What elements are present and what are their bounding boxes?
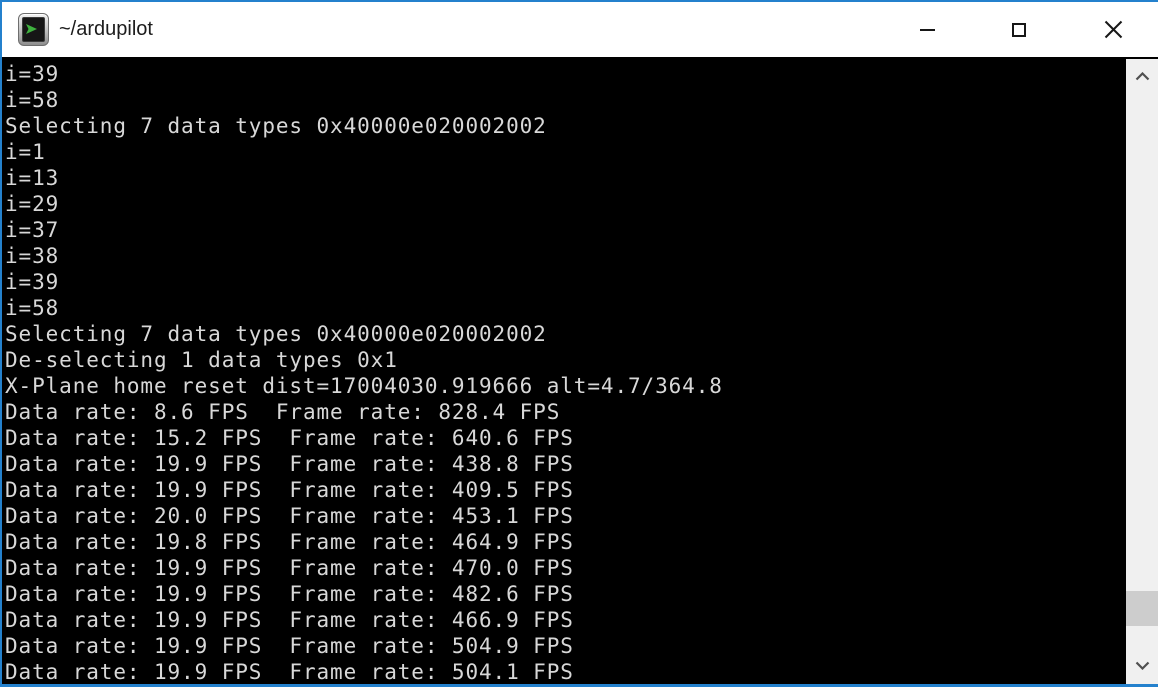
terminal-line: De-selecting 1 data types 0x1 (5, 348, 398, 372)
terminal-line: X-Plane home reset dist=17004030.919666 … (5, 374, 723, 398)
terminal-line: Data rate: 19.9 FPS Frame rate: 470.0 FP… (5, 556, 574, 580)
terminal-line: i=37 (5, 218, 60, 242)
terminal-line: Data rate: 19.9 FPS Frame rate: 504.1 FP… (5, 660, 574, 684)
terminal-line: Data rate: 19.9 FPS Frame rate: 482.6 FP… (5, 582, 574, 606)
prompt-arrow-icon (26, 24, 37, 34)
maximize-button[interactable] (996, 2, 1042, 57)
terminal-output[interactable]: i=39 i=58 Selecting 7 data types 0x40000e0… (2, 59, 1126, 684)
terminal-line: Data rate: 20.0 FPS Frame rate: 453.1 FP… (5, 504, 574, 528)
minimize-icon (919, 28, 935, 31)
terminal-app-icon[interactable] (18, 13, 49, 46)
maximize-icon (1012, 22, 1026, 37)
terminal-line: i=1 (5, 140, 46, 164)
terminal-line: i=38 (5, 244, 60, 268)
window-title: ~/ardupilot (59, 18, 153, 40)
terminal-line: Data rate: 19.9 FPS Frame rate: 438.8 FP… (5, 452, 574, 476)
terminal-line: Data rate: 19.9 FPS Frame rate: 504.9 FP… (5, 634, 574, 658)
close-icon (1104, 20, 1122, 39)
terminal-line: Data rate: 19.8 FPS Frame rate: 464.9 FP… (5, 530, 574, 554)
terminal-line: Data rate: 8.6 FPS Frame rate: 828.4 FPS (5, 400, 561, 424)
chevron-up-icon (1135, 71, 1149, 80)
terminal-line: i=39 (5, 62, 60, 86)
terminal-line: Selecting 7 data types 0x40000e020002002 (5, 322, 547, 346)
scrollbar-thumb[interactable] (1126, 591, 1158, 626)
chevron-down-icon (1135, 661, 1149, 670)
close-button[interactable] (1090, 2, 1136, 57)
terminal-line: Selecting 7 data types 0x40000e020002002 (5, 114, 547, 138)
terminal-line: Data rate: 19.9 FPS Frame rate: 466.9 FP… (5, 608, 574, 632)
terminal-line: i=58 (5, 296, 60, 320)
scroll-up-button[interactable] (1126, 61, 1158, 91)
terminal-line: i=58 (5, 88, 60, 112)
scrollbar[interactable] (1126, 59, 1158, 684)
terminal-line: Data rate: 15.2 FPS Frame rate: 640.6 FP… (5, 426, 574, 450)
minimize-button[interactable] (904, 2, 950, 57)
titlebar[interactable]: ~/ardupilot (2, 2, 1158, 57)
terminal-line: i=29 (5, 192, 60, 216)
terminal-line: Data rate: 19.9 FPS Frame rate: 409.5 FP… (5, 478, 574, 502)
terminal-line: i=39 (5, 270, 60, 294)
scroll-down-button[interactable] (1126, 650, 1158, 680)
terminal-line: i=13 (5, 166, 60, 190)
terminal-window: ~/ardupilot i=39 i=58 Selecting 7 data typ… (0, 0, 1158, 687)
window-body: i=39 i=58 Selecting 7 data types 0x40000e0… (2, 59, 1158, 684)
terminal-app-icon-screen (22, 17, 45, 42)
